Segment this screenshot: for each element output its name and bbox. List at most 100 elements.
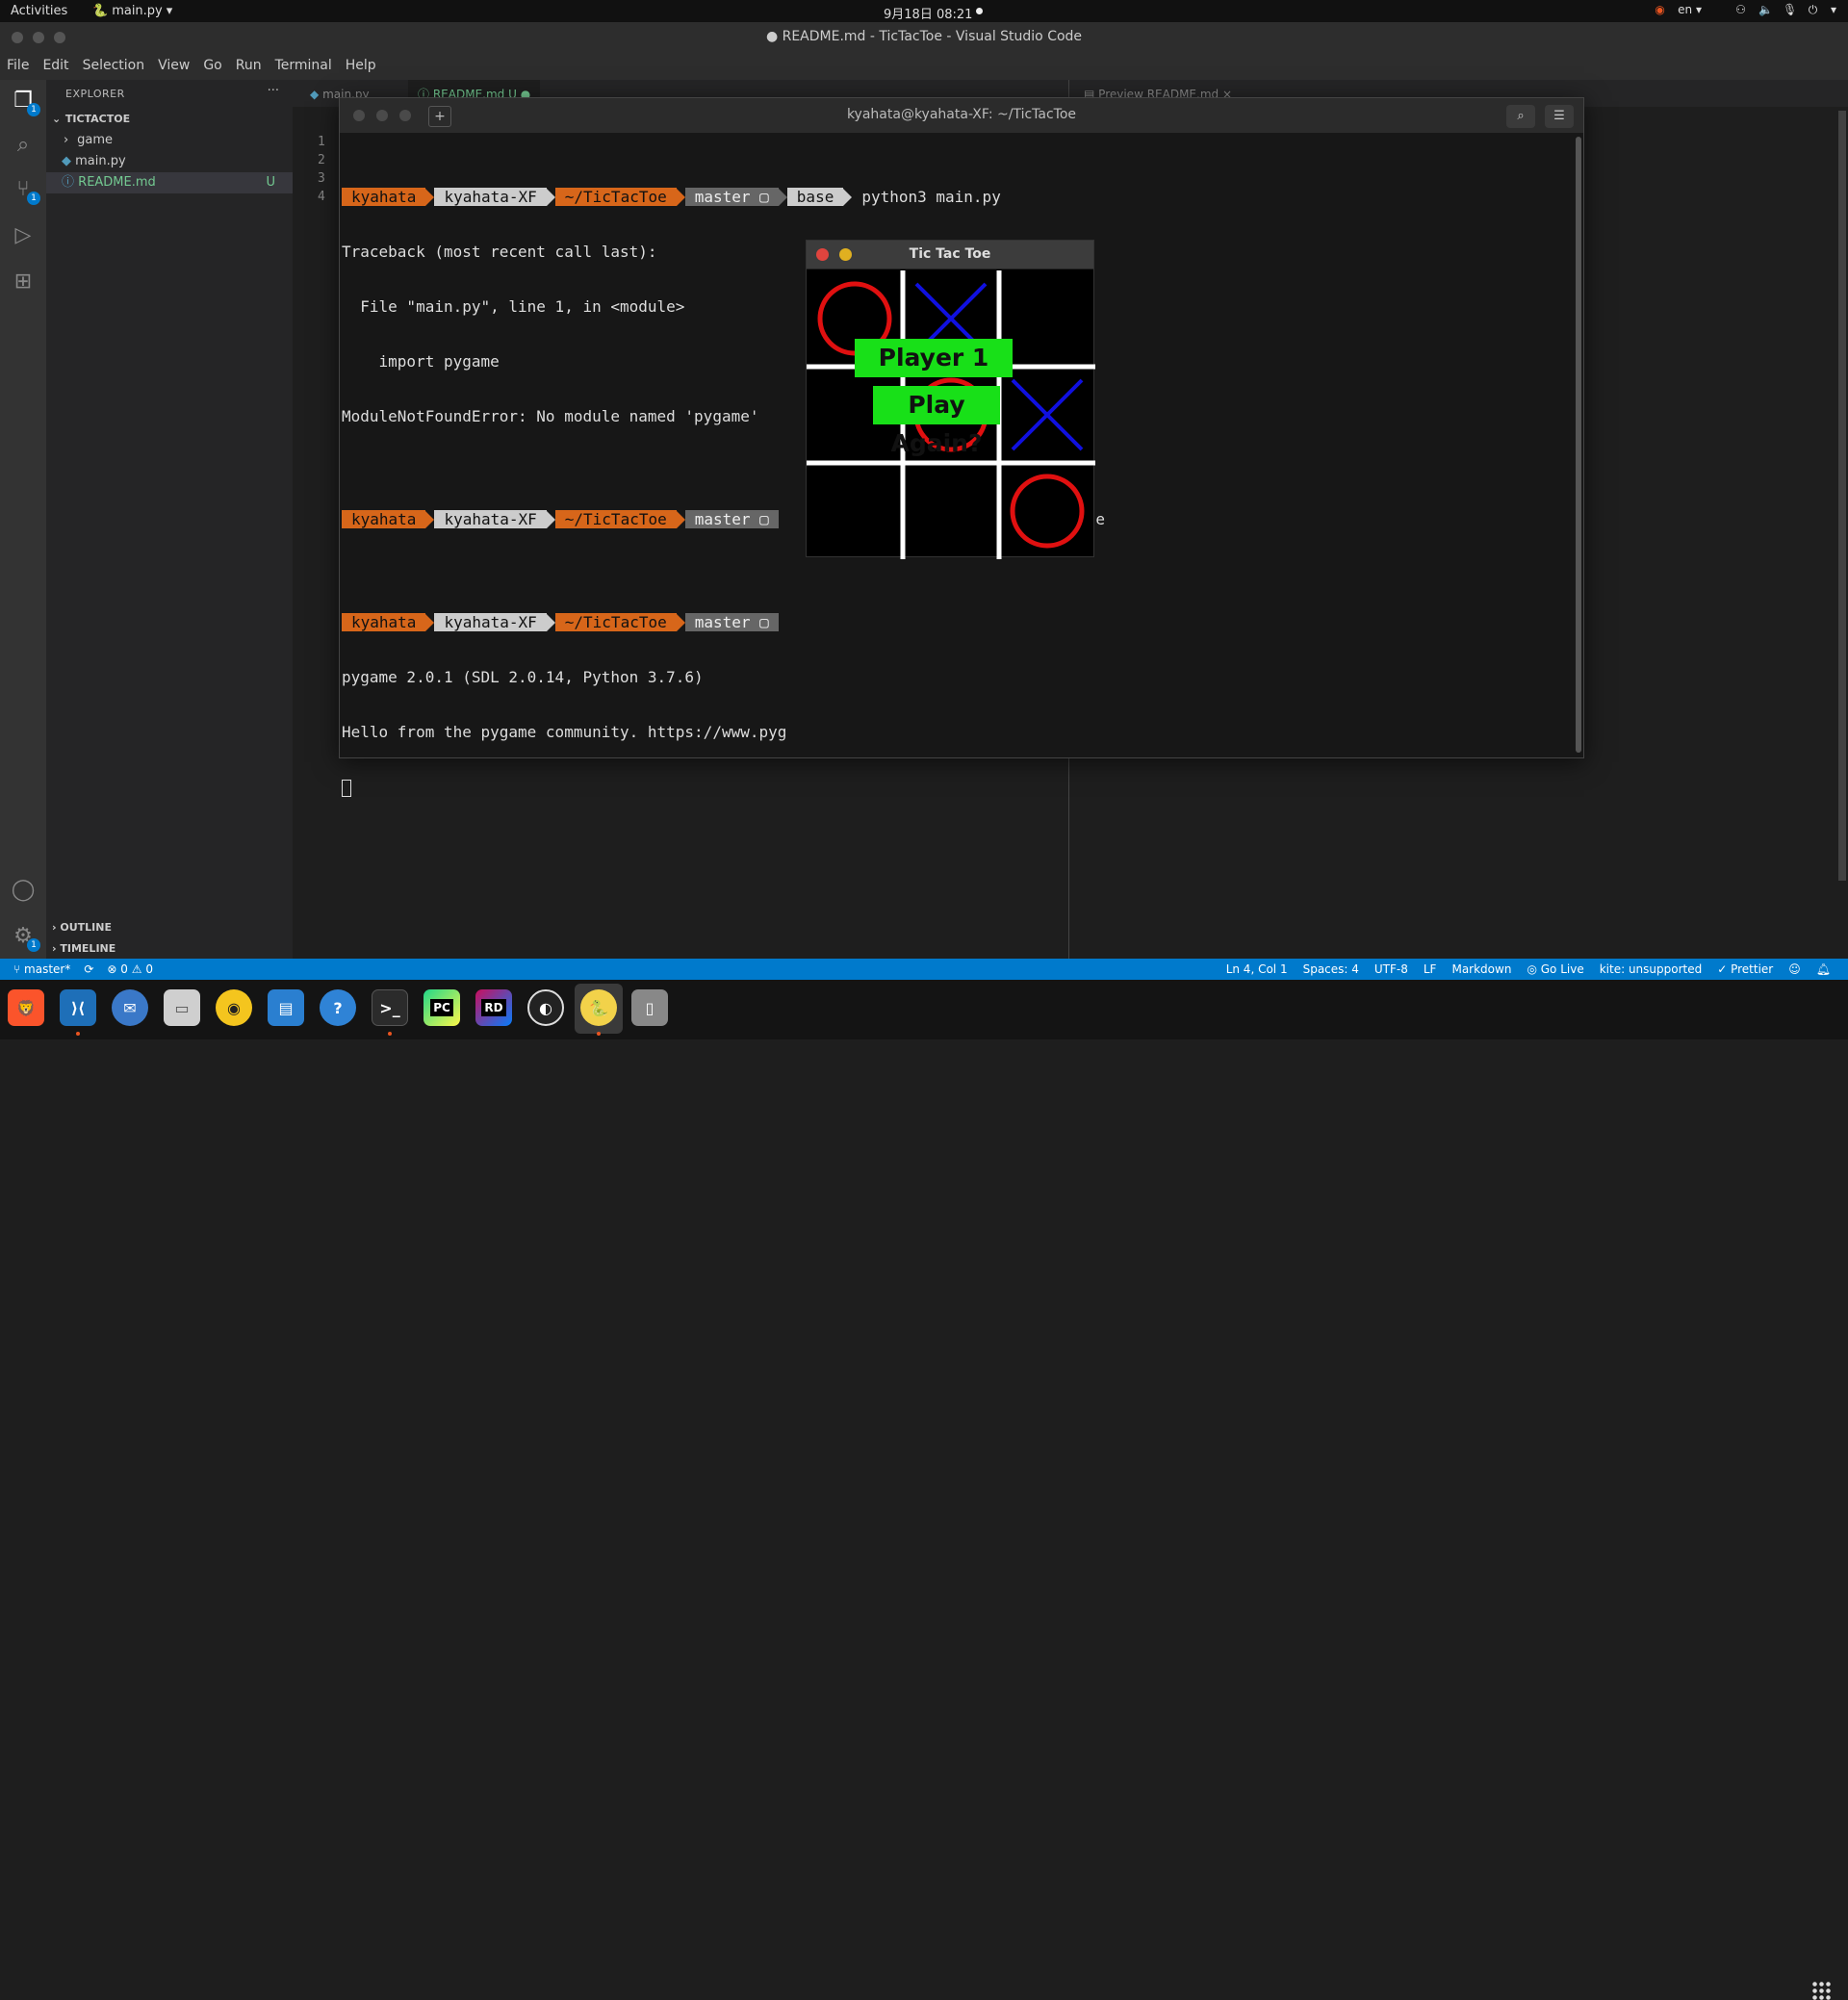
python-game-icon[interactable]: 🐍 [580,989,617,1026]
more-actions-icon[interactable]: ··· [268,84,279,98]
editor-scrollbar[interactable] [1838,111,1846,881]
activity-bar: ❐ 1 ⌕ ⑂ 1 ▷ ⊞ ◯ ⚙ 1 [0,80,46,959]
window-title: ● README.md - TicTacToe - Visual Studio … [765,29,1083,44]
input-language[interactable]: en ▾ [1678,3,1702,16]
workspace-root-label: TICTACTOE [64,113,131,125]
prompt-path: ~/TicTacToe [554,188,677,206]
menu-go[interactable]: Go [203,58,221,73]
close-window-button[interactable] [12,32,23,43]
timeline-section[interactable]: › TIMELINE [52,942,116,955]
powerline-arrow-icon [676,613,685,631]
tic-tac-toe-window[interactable]: Tic Tac Toe Player 1 wins! Play Again? [806,240,1095,559]
prompt-user: kyahata [342,188,426,206]
obs-studio-icon[interactable]: ◐ [527,989,564,1026]
cursor-position[interactable]: Ln 4, Col 1 [1226,959,1288,980]
volume-icon[interactable]: 🔈 [1758,3,1773,16]
brave-browser-icon[interactable]: 🦁 [8,989,44,1026]
git-branch[interactable]: ⑂ master* [13,959,70,980]
menu-edit[interactable]: Edit [42,58,68,73]
prompt-branch: master ▢ [684,188,779,206]
prompt-branch: master ▢ [684,613,779,631]
microphone-icon[interactable]: 🎙 [1783,3,1797,16]
menu-run[interactable]: Run [236,58,262,73]
menu-file[interactable]: File [7,58,29,73]
menu-terminal[interactable]: Terminal [275,58,332,73]
app-menu[interactable]: 🐍 main.py ▾ [92,4,172,18]
pycharm-icon[interactable]: PC [424,989,460,1026]
go-live-button[interactable]: ◎ Go Live [1527,959,1583,980]
files-icon[interactable]: ▭ [164,989,200,1026]
chevron-down-icon: ▾ [166,4,173,18]
shell-prompt: kyahata kyahata-XF ~/TicTacToe master ▢ … [342,188,1105,206]
extensions-icon[interactable]: ⊞ [10,269,37,295]
info-icon: ⓘ [62,175,75,190]
vscode-icon[interactable]: ⟩⟨ [60,989,96,1026]
untracked-badge: U [266,175,275,190]
tree-item-main-py[interactable]: ◆ main.py [46,151,293,172]
thunderbird-icon[interactable]: ✉ [112,989,148,1026]
game-title: Tic Tac Toe [909,246,991,262]
activities-button[interactable]: Activities [11,4,67,18]
terminal-scrollbar[interactable] [1576,137,1581,753]
network-icon[interactable]: ⚇ [1734,3,1747,16]
terminal-cursor [342,778,1105,797]
help-icon[interactable]: ? [320,989,356,1026]
rider-glyph: RD [481,999,506,1016]
game-title-bar[interactable]: Tic Tac Toe [807,241,1093,269]
problems-indicator[interactable]: ⊗ 0 ⚠ 0 [107,959,153,980]
explorer-icon[interactable]: ❐ 1 [10,88,40,116]
power-icon[interactable]: ⏻ [1807,3,1819,16]
search-icon[interactable]: ⌕ [1506,105,1535,128]
workspace-root[interactable]: ⌄ TICTACTOE [46,109,293,130]
menu-view[interactable]: View [158,58,190,73]
account-icon[interactable]: ◯ [10,877,37,904]
terminal-icon[interactable]: >_ [372,989,408,1026]
libreoffice-writer-icon[interactable]: ▤ [268,989,304,1026]
run-debug-icon[interactable]: ▷ [10,222,37,249]
tree-item-game[interactable]: › game [46,130,293,151]
minimize-window-button[interactable] [33,32,44,43]
input-language-label: en [1678,3,1693,16]
usb-drive-icon[interactable]: ▯ [631,989,668,1026]
powerline-arrow-icon [843,188,853,206]
feedback-icon[interactable]: ☺ [1788,959,1801,980]
terminal-title-bar[interactable]: + kyahata@kyahata-XF: ~/TicTacToe ⌕ ☰ [340,98,1583,133]
sync-icon[interactable]: ⟳ [84,959,93,980]
tree-item-readme[interactable]: ⓘ README.md U [46,172,293,193]
rider-icon[interactable]: RD [475,989,512,1026]
encoding[interactable]: UTF-8 [1374,959,1408,980]
clock[interactable]: 9月18日 08:21 [884,4,972,22]
window-controls[interactable] [12,32,65,43]
tree-item-label: game [77,133,114,147]
system-tray[interactable]: ◉ en ▾ ⚇ 🔈 🎙 ⏻ ▾ [1654,3,1836,16]
settings-gear-icon[interactable]: ⚙ 1 [10,923,40,952]
search-icon[interactable]: ⌕ [10,132,37,159]
kite-status[interactable]: kite: unsupported [1600,959,1703,980]
rhythmbox-icon[interactable]: ◉ [216,989,252,1026]
source-control-icon[interactable]: ⑂ 1 [10,176,40,205]
prompt-path: ~/TicTacToe [554,613,677,631]
notifications-bell-icon[interactable]: 🔔︎ [1816,959,1831,980]
prompt-branch-label: master [694,188,751,206]
powerline-arrow-icon [425,188,435,206]
menu-help[interactable]: Help [346,58,376,73]
play-again-button[interactable]: Play Again? [873,386,1000,457]
chevron-down-icon[interactable]: ▾ [1831,3,1836,16]
menu-selection[interactable]: Selection [83,58,145,73]
end-of-line[interactable]: LF [1424,959,1437,980]
hamburger-menu-icon[interactable]: ☰ [1545,105,1574,128]
powerline-arrow-icon [546,510,555,528]
maximize-window-button[interactable] [54,32,65,43]
go-live-label: Go Live [1540,962,1584,976]
prompt-host: kyahata-XF [434,613,547,631]
outline-section[interactable]: › OUTLINE [52,921,112,934]
prompt-host: kyahata-XF [434,188,547,206]
chevron-down-icon: ⌄ [52,113,62,125]
language-mode[interactable]: Markdown [1451,959,1511,980]
menu-bar: File Edit Selection View Go Run Terminal… [0,51,1848,80]
prompt-env: base [786,188,844,206]
show-applications-grid-icon[interactable] [1811,1981,1831,2000]
indentation[interactable]: Spaces: 4 [1303,959,1359,980]
ubuntu-icon[interactable]: ◉ [1654,3,1666,16]
prettier-status[interactable]: ✓ Prettier [1717,959,1773,980]
